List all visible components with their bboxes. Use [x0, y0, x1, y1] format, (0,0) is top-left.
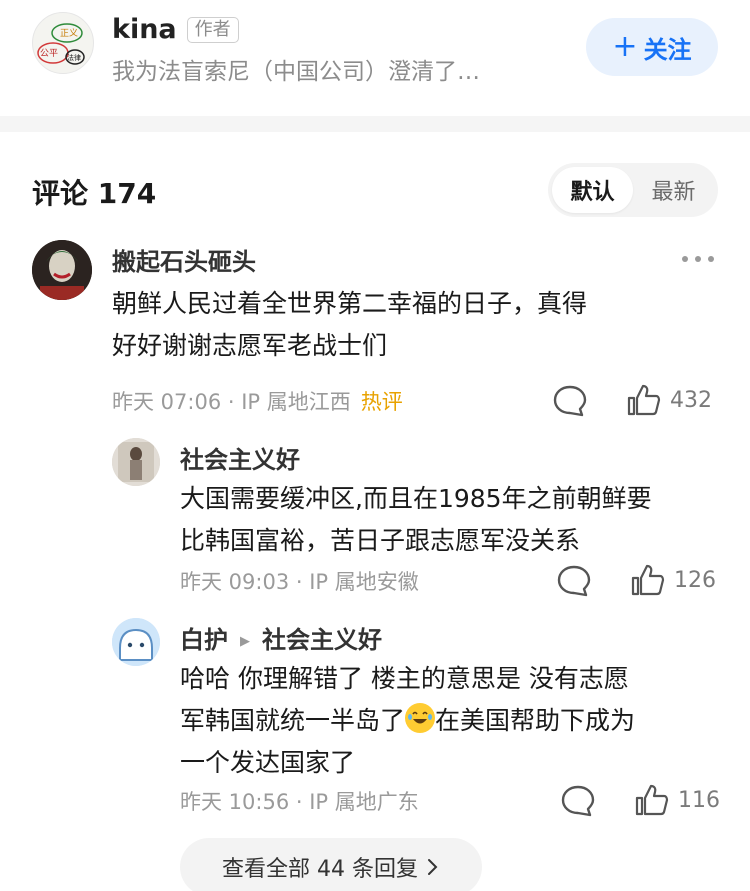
- like-count: 432: [670, 387, 712, 413]
- chevron-right-icon: [427, 859, 438, 875]
- reply-text[interactable]: 哈哈 你理解错了 楼主的意思是 没有志愿 军韩国就统一半岛了 在美国帮助下成为 一…: [180, 658, 635, 784]
- avatar-image: [112, 618, 160, 666]
- more-options-icon[interactable]: [680, 252, 716, 266]
- reply-text[interactable]: 大国需要缓冲区,而且在1985年之前朝鲜要 比韩国富裕，苦日子跟志愿军没关系: [180, 478, 652, 562]
- author-avatar[interactable]: 正义 公平 法律: [32, 12, 94, 74]
- author-name-row: kina 作者: [112, 14, 239, 45]
- reply-avatar[interactable]: [112, 618, 160, 666]
- follow-button[interactable]: + 关注: [586, 18, 718, 76]
- reply-text-line: 哈哈 你理解错了 楼主的意思是 没有志愿: [180, 664, 629, 693]
- like-button[interactable]: 432: [626, 382, 712, 418]
- avatar-image: [112, 438, 160, 486]
- reply-icon[interactable]: [556, 563, 592, 599]
- comment-meta: 昨天 07:06 · IP 属地江西 热评: [112, 386, 403, 416]
- plus-icon: +: [612, 29, 638, 64]
- author-description[interactable]: 我为法盲索尼（中国公司）澄清了…: [112, 52, 552, 86]
- like-count: 116: [678, 787, 720, 813]
- reply-icon[interactable]: [560, 783, 596, 819]
- like-button[interactable]: 126: [630, 562, 716, 598]
- sort-latest-tab[interactable]: 最新: [633, 167, 714, 213]
- reply-text-segment: 军韩国就统一半岛了: [180, 706, 406, 735]
- thumbs-up-icon: [627, 384, 661, 416]
- reply-text-line: 军韩国就统一半岛了 在美国帮助下成为: [180, 700, 635, 742]
- reply-avatar[interactable]: [112, 438, 160, 486]
- reply-meta: 昨天 09:03 · IP 属地安徽: [180, 570, 419, 594]
- like-count: 126: [674, 567, 716, 593]
- view-all-replies-label: 查看全部 44 条回复: [222, 857, 418, 882]
- sort-toggle: 默认 最新: [548, 163, 718, 217]
- reply-icon[interactable]: [552, 383, 588, 419]
- author-avatar-image: 正义 公平 法律: [37, 23, 85, 65]
- comment-text[interactable]: 朝鲜人民过着全世界第二幸福的日子，真得 好好谢谢志愿军老战士们: [112, 283, 587, 367]
- avatar-word-1: 正义: [60, 28, 78, 39]
- avatar-image: [32, 240, 92, 300]
- thumbs-up-icon: [631, 564, 665, 596]
- comment-text-line: 好好谢谢志愿军老战士们: [112, 331, 388, 360]
- like-button[interactable]: 116: [634, 782, 720, 818]
- commenter-avatar[interactable]: [32, 240, 92, 300]
- sort-default-tab[interactable]: 默认: [552, 167, 633, 213]
- commenter-name[interactable]: 搬起石头砸头: [112, 242, 256, 277]
- comment-text-line: 朝鲜人民过着全世界第二幸福的日子，真得: [112, 289, 588, 318]
- avatar-word-3: 法律: [67, 53, 81, 62]
- reply-meta: 昨天 10:56 · IP 属地广东: [180, 790, 419, 814]
- follow-label: 关注: [643, 35, 692, 64]
- author-header: 正义 公平 法律 kina 作者 我为法盲索尼（中国公司）澄清了… + 关注: [0, 0, 750, 116]
- reply-user-name[interactable]: 白护: [180, 626, 228, 654]
- view-all-replies-button[interactable]: 查看全部 44 条回复: [180, 838, 482, 891]
- reply-text-line: 一个发达国家了: [180, 748, 356, 777]
- comment-time-ip: 昨天 07:06 · IP 属地江西: [112, 390, 351, 414]
- reply-text-segment: 在美国帮助下成为: [435, 706, 636, 735]
- reply-text-line: 大国需要缓冲区,而且在1985年之前朝鲜要: [180, 484, 652, 513]
- hot-comment-badge: 热评: [360, 390, 403, 414]
- reply-to-user-name[interactable]: 社会主义好: [262, 626, 382, 654]
- section-divider: [0, 116, 750, 132]
- avatar-word-2: 公平: [40, 48, 58, 59]
- thumbs-up-icon: [635, 784, 669, 816]
- author-badge: 作者: [186, 16, 239, 43]
- comments-count-title: 评论 174: [32, 177, 157, 210]
- author-name[interactable]: kina: [112, 14, 177, 45]
- reply-to-arrow-icon: ▶: [240, 634, 250, 649]
- reply-text-line: 比韩国富裕，苦日子跟志愿军没关系: [180, 526, 581, 555]
- reply-user-line: 白护 ▶ 社会主义好: [180, 620, 382, 655]
- reply-user-name[interactable]: 社会主义好: [180, 440, 300, 475]
- laughing-emoji-icon: [405, 703, 436, 733]
